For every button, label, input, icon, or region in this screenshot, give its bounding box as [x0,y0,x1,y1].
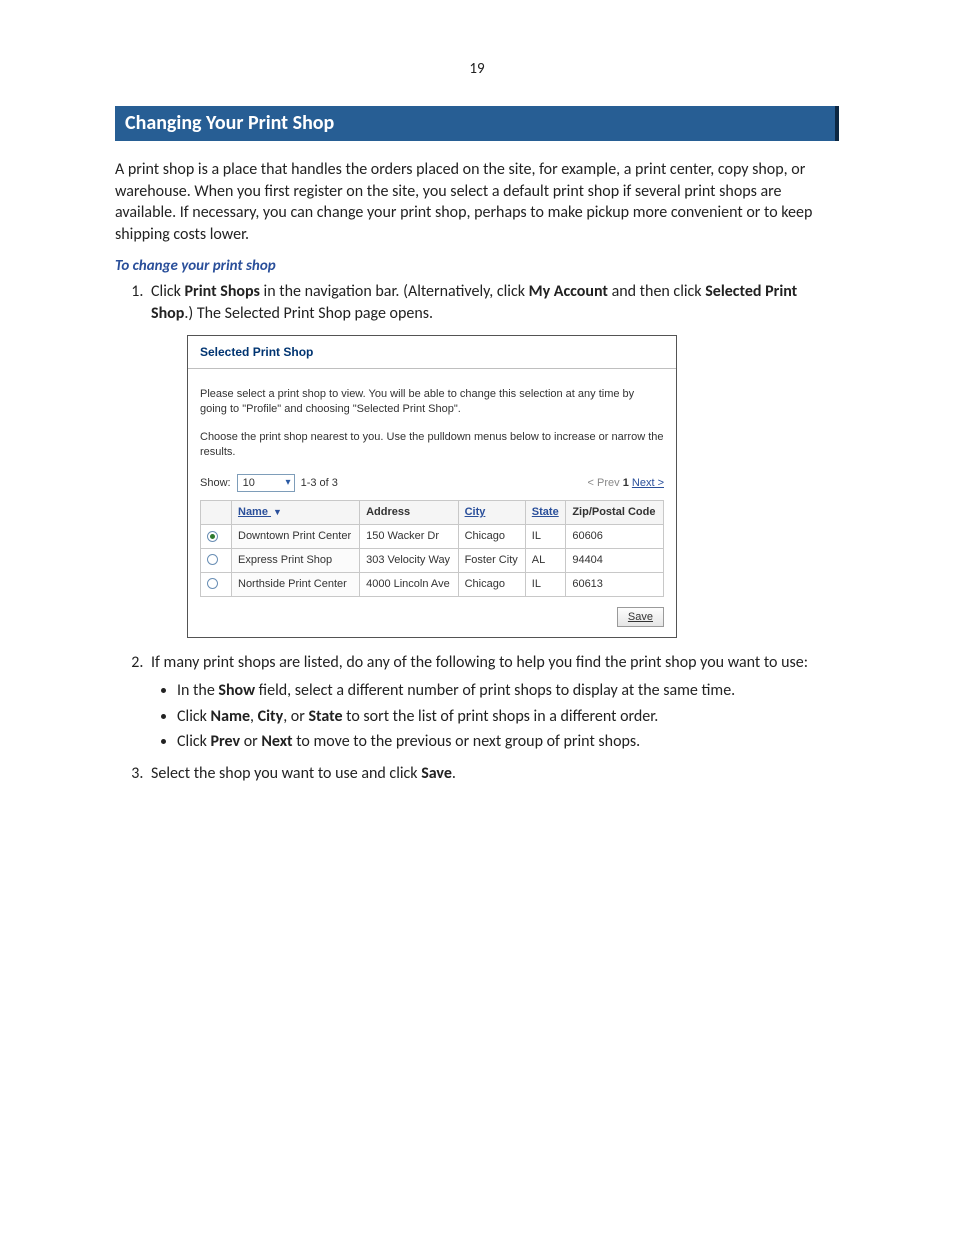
cell-city: Chicago [458,572,525,596]
cell-state: IL [525,572,566,596]
cell-name: Express Print Shop [232,548,360,572]
print-shop-table: Name ▼ Address City State Zip/Postal Cod… [200,500,664,596]
show-select-value: 10 [243,476,255,491]
step-2-text: If many print shops are listed, do any o… [151,653,808,672]
show-label: Show: [200,476,231,491]
col-address: Address [360,501,458,525]
cell-address: 150 Wacker Dr [360,524,458,548]
cell-city: Chicago [458,524,525,548]
figure-divider [188,368,676,369]
col-select [201,501,232,525]
pager-current: 1 [623,477,629,489]
step-1-text: Click Print Shops in the navigation bar.… [151,282,797,323]
cell-name: Downtown Print Center [232,524,360,548]
save-button[interactable]: Save [617,607,664,628]
cell-name: Northside Print Center [232,572,360,596]
cell-state: AL [525,548,566,572]
step-3: Select the shop you want to use and clic… [147,763,839,785]
steps-list: Click Print Shops in the navigation bar.… [115,281,839,784]
col-city[interactable]: City [458,501,525,525]
page-number: 19 [115,60,839,78]
intro-paragraph: A print shop is a place that handles the… [115,159,839,245]
chevron-down-icon: ▾ [286,478,291,488]
cell-address: 303 Velocity Way [360,548,458,572]
radio-select[interactable] [207,578,218,589]
sort-desc-icon: ▼ [273,506,282,518]
bullet-show: In the Show field, select a different nu… [177,680,839,702]
col-state[interactable]: State [525,501,566,525]
cell-zip: 60613 [566,572,664,596]
step-2: If many print shops are listed, do any o… [147,652,839,752]
section-heading: Changing Your Print Shop [115,106,839,141]
figure-controls: Show: 10 ▾ 1-3 of 3 < Prev 1 Next > [200,474,664,492]
pager-next[interactable]: Next > [632,477,664,489]
step-1: Click Print Shops in the navigation bar.… [147,281,839,638]
col-name[interactable]: Name ▼ [232,501,360,525]
figure-message-2: Choose the print shop nearest to you. Us… [200,430,664,460]
figure-title: Selected Print Shop [200,344,664,360]
subheading: To change your print shop [115,257,839,275]
cell-city: Foster City [458,548,525,572]
step-2-bullets: In the Show field, select a different nu… [151,680,839,753]
table-row: Express Print Shop 303 Velocity Way Fost… [201,548,664,572]
table-row: Downtown Print Center 150 Wacker Dr Chic… [201,524,664,548]
figure-message-1: Please select a print shop to view. You … [200,387,664,417]
cell-state: IL [525,524,566,548]
figure-selected-print-shop: Selected Print Shop Please select a prin… [187,335,677,639]
result-count: 1-3 of 3 [301,476,338,491]
bullet-sort: Click Name, City, or State to sort the l… [177,706,839,728]
col-zip: Zip/Postal Code [566,501,664,525]
save-row: Save [200,607,664,628]
radio-select[interactable] [207,531,218,542]
table-row: Northside Print Center 4000 Lincoln Ave … [201,572,664,596]
pager-prev: < Prev [588,477,620,489]
cell-zip: 94404 [566,548,664,572]
bullet-paging: Click Prev or Next to move to the previo… [177,731,839,753]
table-header-row: Name ▼ Address City State Zip/Postal Cod… [201,501,664,525]
show-block: Show: 10 ▾ 1-3 of 3 [200,474,338,492]
show-select[interactable]: 10 ▾ [237,474,295,492]
radio-select[interactable] [207,554,218,565]
document-page: 19 Changing Your Print Shop A print shop… [0,0,954,1235]
cell-zip: 60606 [566,524,664,548]
cell-address: 4000 Lincoln Ave [360,572,458,596]
pager: < Prev 1 Next > [588,476,664,491]
